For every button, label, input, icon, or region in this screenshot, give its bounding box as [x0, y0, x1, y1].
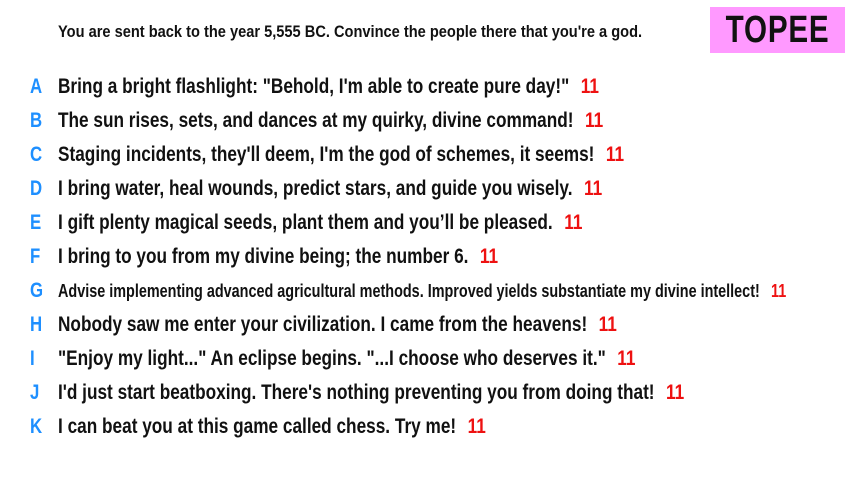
- answer-row-k[interactable]: K I can beat you at this game called che…: [0, 410, 853, 444]
- answer-line: Nobody saw me enter your civilization. I…: [58, 313, 617, 337]
- answer-score: 11: [770, 280, 787, 301]
- answer-text: Advise implementing advanced agricultura…: [58, 280, 760, 301]
- answer-letter: D: [30, 177, 43, 200]
- answer-letter: I: [30, 347, 35, 370]
- answer-score: 11: [617, 347, 636, 370]
- answer-text: I can beat you at this game called chess…: [58, 415, 457, 438]
- answer-line: I bring to you from my divine being; the…: [58, 245, 498, 269]
- answer-letter: E: [30, 211, 42, 234]
- answer-row-i[interactable]: I "Enjoy my light..." An eclipse begins.…: [0, 342, 853, 376]
- answer-line: Advise implementing advanced agricultura…: [58, 281, 786, 302]
- answer-letter: J: [30, 381, 40, 404]
- badge-label: TOPEE: [725, 8, 830, 51]
- answer-score: 11: [479, 245, 499, 268]
- answer-text: Bring a bright flashlight: "Behold, I'm …: [58, 75, 570, 98]
- answer-line: I can beat you at this game called chess…: [58, 415, 486, 439]
- answer-text: Nobody saw me enter your civilization. I…: [58, 313, 588, 336]
- answer-letter: H: [30, 313, 43, 336]
- answer-score: 11: [580, 75, 599, 98]
- answer-row-a[interactable]: A Bring a bright flashlight: "Behold, I'…: [0, 70, 853, 104]
- answer-line: I bring water, heal wounds, predict star…: [58, 177, 602, 201]
- answer-score: 11: [583, 177, 603, 200]
- answer-row-d[interactable]: D I bring water, heal wounds, predict st…: [0, 172, 853, 206]
- answer-text: I bring water, heal wounds, predict star…: [58, 177, 573, 200]
- answer-letter: F: [30, 245, 41, 268]
- answer-line: "Enjoy my light..." An eclipse begins. "…: [58, 347, 635, 371]
- answer-line: Bring a bright flashlight: "Behold, I'm …: [58, 75, 599, 99]
- answer-text: Staging incidents, they'll deem, I'm the…: [58, 143, 595, 166]
- answer-row-j[interactable]: J I'd just start beatboxing. There's not…: [0, 376, 853, 410]
- answer-line: I gift plenty magical seeds, plant them …: [58, 211, 582, 235]
- question-prompt: You are sent back to the year 5,555 BC. …: [58, 22, 643, 41]
- answer-score: 11: [584, 109, 604, 132]
- answer-letter: C: [30, 143, 43, 166]
- answer-letter: B: [30, 109, 43, 132]
- answer-score: 11: [598, 313, 617, 336]
- answer-score: 11: [605, 143, 625, 166]
- answer-line: Staging incidents, they'll deem, I'm the…: [58, 143, 624, 167]
- topee-badge: TOPEE: [710, 7, 845, 53]
- answer-letter: K: [30, 415, 43, 438]
- answer-row-h[interactable]: H Nobody saw me enter your civilization.…: [0, 308, 853, 342]
- answer-text: I bring to you from my divine being; the…: [58, 245, 469, 268]
- answer-score: 11: [666, 381, 685, 404]
- answer-row-e[interactable]: E I gift plenty magical seeds, plant the…: [0, 206, 853, 240]
- answer-row-f[interactable]: F I bring to you from my divine being; t…: [0, 240, 853, 274]
- answer-text: The sun rises, sets, and dances at my qu…: [58, 109, 574, 132]
- answer-letter: G: [30, 279, 44, 302]
- answer-letter: A: [30, 75, 43, 98]
- answer-text: I gift plenty magical seeds, plant them …: [58, 211, 553, 234]
- answer-line: The sun rises, sets, and dances at my qu…: [58, 109, 603, 133]
- answer-line: I'd just start beatboxing. There's nothi…: [58, 381, 684, 405]
- answer-text: "Enjoy my light..." An eclipse begins. "…: [58, 347, 606, 370]
- answer-text: I'd just start beatboxing. There's nothi…: [58, 381, 655, 404]
- answer-row-g[interactable]: G Advise implementing advanced agricultu…: [0, 274, 853, 308]
- answer-row-c[interactable]: C Staging incidents, they'll deem, I'm t…: [0, 138, 853, 172]
- answer-score: 11: [564, 211, 583, 234]
- answer-row-b[interactable]: B The sun rises, sets, and dances at my …: [0, 104, 853, 138]
- answer-score: 11: [467, 415, 486, 438]
